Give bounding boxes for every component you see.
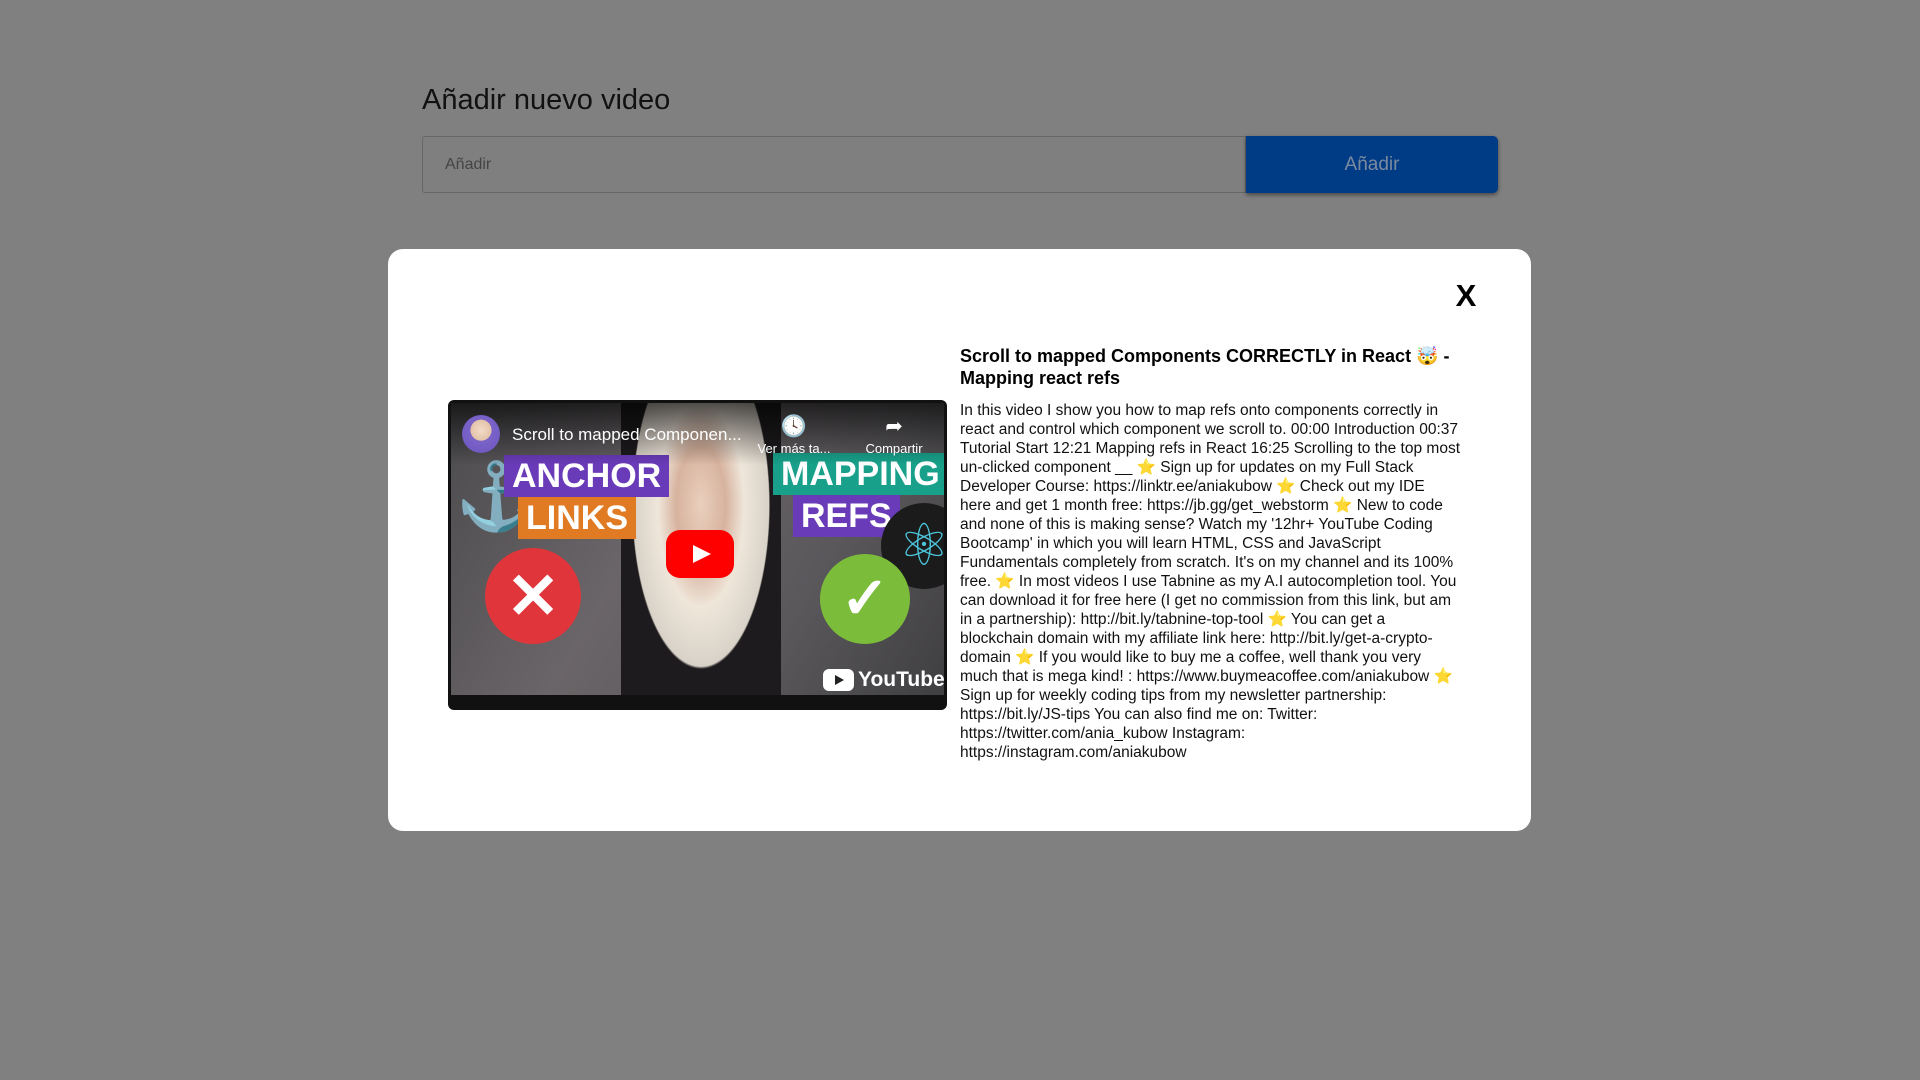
thumbnail-text-links: LINKS: [518, 497, 636, 539]
play-icon[interactable]: [666, 530, 734, 578]
player-video-title[interactable]: Scroll to mapped Componen...: [512, 425, 752, 445]
clock-icon: 🕓: [780, 415, 808, 438]
add-video-button[interactable]: Añadir: [1246, 136, 1498, 193]
video-description: In this video I show you how to map refs…: [960, 402, 1460, 761]
add-video-title: Añadir nuevo video: [422, 84, 671, 116]
video-info: Scroll to mapped Components CORRECTLY in…: [960, 345, 1460, 762]
video-thumbnail[interactable]: ⚓ ANCHOR LINKS MAPPING REFS ⚛ ✕ ✓ Scroll…: [451, 403, 944, 695]
share-icon: ➦: [885, 415, 903, 438]
add-video-form: Añadir: [422, 136, 1498, 193]
share-label: Compartir: [865, 441, 923, 456]
cross-icon: ✕: [485, 548, 581, 644]
video-player[interactable]: ⚓ ANCHOR LINKS MAPPING REFS ⚛ ✕ ✓ Scroll…: [448, 400, 947, 710]
video-modal: X ⚓ ANCHOR LINKS MAPPING REFS ⚛ ✕ ✓ Scro…: [388, 249, 1531, 831]
watch-later-button[interactable]: 🕓 Ver más ta...: [754, 415, 834, 457]
add-video-section: Añadir nuevo video Añadir: [422, 84, 1498, 193]
youtube-logo-text: YouTube: [858, 668, 944, 691]
channel-avatar[interactable]: [462, 415, 500, 453]
share-button[interactable]: ➦ Compartir: [854, 415, 934, 457]
player-top-bar: Scroll to mapped Componen... 🕓 Ver más t…: [451, 403, 944, 465]
watch-later-label: Ver más ta...: [757, 441, 831, 456]
youtube-logo[interactable]: YouTube: [823, 668, 944, 692]
video-title: Scroll to mapped Components CORRECTLY in…: [960, 346, 1450, 388]
youtube-logo-icon: [823, 669, 854, 691]
check-icon: ✓: [820, 554, 910, 644]
close-icon[interactable]: X: [1451, 279, 1481, 313]
add-video-input[interactable]: [422, 136, 1246, 193]
